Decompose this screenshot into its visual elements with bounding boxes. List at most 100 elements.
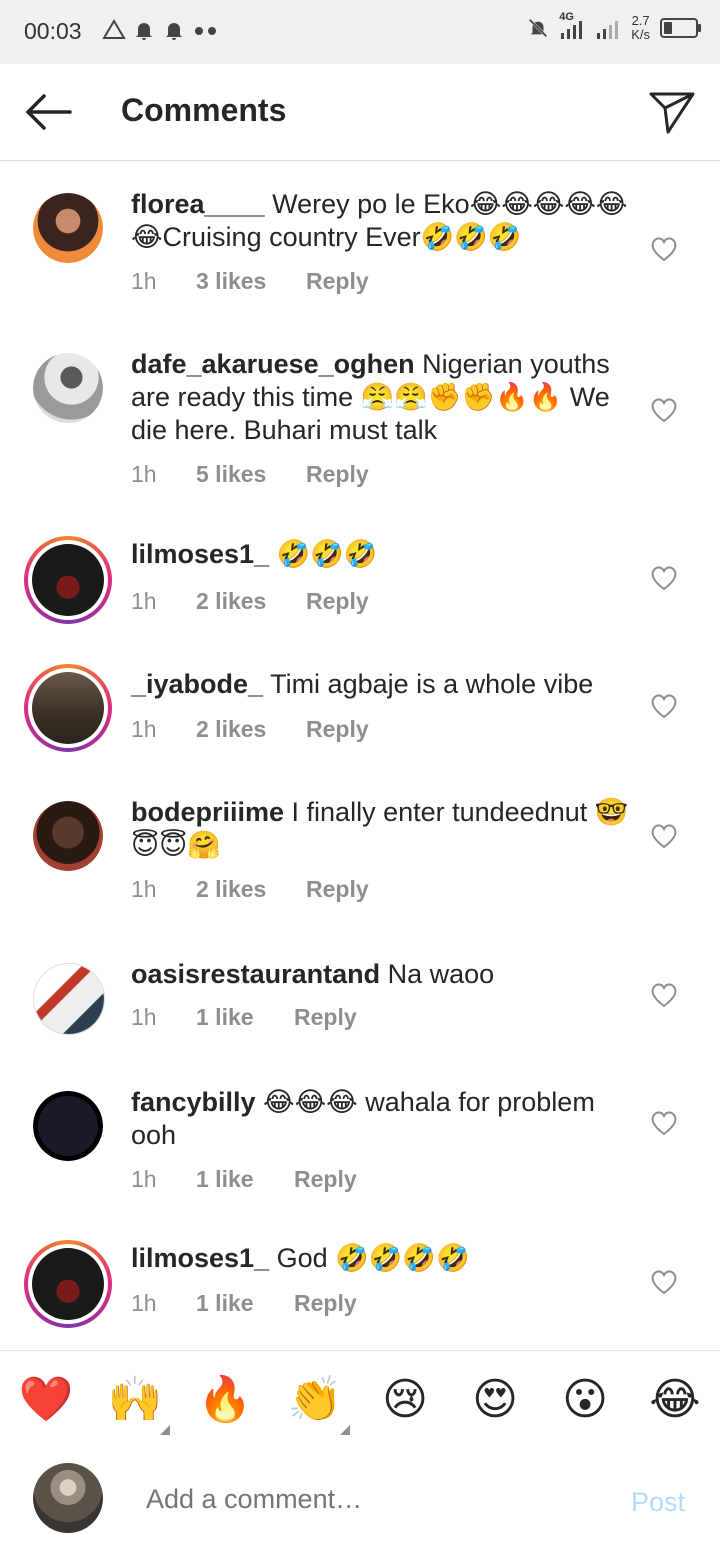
comment-likes[interactable]: 1 like [196, 1290, 294, 1317]
page-title: Comments [121, 92, 287, 128]
warning-triangle-icon [102, 19, 126, 39]
comment-item: bodepriiime I finally enter tundeednut 🤓… [0, 794, 720, 924]
status-right-icons: 4G 2.7 K/s [527, 11, 701, 42]
comment-meta: 1h 2 likes Reply [131, 716, 369, 743]
comment-username[interactable]: florea____ [131, 189, 265, 219]
comment-likes[interactable]: 5 likes [196, 461, 306, 488]
reply-button[interactable]: Reply [294, 1004, 357, 1031]
comment-text: _iyabode_ Timi agbaje is a whole vibe [131, 668, 631, 701]
comment-meta: 1h 5 likes Reply [131, 461, 369, 488]
bell-muted-icon [528, 18, 548, 38]
avatar[interactable] [33, 801, 103, 871]
comment-item: lilmoses1_ God 🤣🤣🤣🤣 1h 1 like Reply [0, 1240, 720, 1340]
comment-likes[interactable]: 2 likes [196, 716, 306, 743]
comment-item: _iyabode_ Timi agbaje is a whole vibe 1h… [0, 664, 720, 764]
back-arrow-icon[interactable] [20, 90, 76, 134]
reaction-surprised[interactable]: 😮 [557, 1375, 613, 1425]
like-heart-icon[interactable] [650, 982, 678, 1008]
comment-input[interactable] [144, 1483, 608, 1516]
comment-likes[interactable]: 1 like [196, 1004, 294, 1031]
bell-icon [166, 23, 182, 40]
comment-text: florea____ Werey po le Eko😂😂😂😂😂😂Cruising… [131, 188, 631, 254]
skin-tone-indicator-icon [340, 1425, 350, 1435]
comment-item: lilmoses1_ 🤣🤣🤣 1h 2 likes Reply [0, 536, 720, 636]
comment-meta: 1h 2 likes Reply [131, 588, 369, 615]
status-time: 00:03 [24, 18, 82, 44]
battery-icon [660, 18, 701, 38]
comment-item: florea____ Werey po le Eko😂😂😂😂😂😂Cruising… [0, 186, 720, 316]
comment-username[interactable]: oasisrestaurantand [131, 959, 380, 989]
status-notification-icons [102, 18, 220, 42]
reply-button[interactable]: Reply [306, 876, 369, 903]
reaction-laughing[interactable]: 😂 [647, 1375, 703, 1425]
comment-body: Na waoo [380, 959, 495, 989]
speed-unit: K/s [631, 27, 650, 42]
comment-time: 1h [131, 1290, 157, 1316]
comment-time: 1h [131, 588, 157, 614]
reaction-crying[interactable]: 😢 [377, 1375, 433, 1425]
comment-username[interactable]: lilmoses1_ [131, 539, 269, 569]
skin-tone-indicator-icon [160, 1425, 170, 1435]
comment-meta: 1h 1 like Reply [131, 1166, 357, 1193]
comment-time: 1h [131, 716, 157, 742]
avatar[interactable] [33, 963, 105, 1035]
avatar[interactable] [33, 193, 103, 263]
like-heart-icon[interactable] [650, 236, 678, 262]
comment-time: 1h [131, 1166, 157, 1192]
comment-body: God 🤣🤣🤣🤣 [269, 1243, 470, 1273]
reply-button[interactable]: Reply [306, 716, 369, 743]
comment-likes[interactable]: 2 likes [196, 876, 306, 903]
comment-username[interactable]: bodepriiime [131, 797, 284, 827]
comment-text: lilmoses1_ 🤣🤣🤣 [131, 538, 631, 571]
avatar-story-ring[interactable] [24, 536, 112, 624]
send-direct-icon[interactable] [648, 88, 696, 136]
comment-time: 1h [131, 1004, 157, 1030]
comment-likes[interactable]: 2 likes [196, 588, 306, 615]
like-heart-icon[interactable] [650, 565, 678, 591]
like-heart-icon[interactable] [650, 1110, 678, 1136]
avatar[interactable] [33, 1091, 103, 1161]
comment-username[interactable]: fancybilly [131, 1087, 256, 1117]
signal-4g-icon: 4G [559, 11, 585, 41]
dots-icon [195, 27, 216, 35]
avatar-story-ring[interactable] [24, 664, 112, 752]
comment-meta: 1h 1 like Reply [131, 1290, 357, 1317]
comment-username[interactable]: dafe_akaruese_oghen [131, 349, 415, 379]
avatar[interactable] [33, 353, 103, 423]
like-heart-icon[interactable] [650, 823, 678, 849]
comment-username[interactable]: _iyabode_ [131, 669, 263, 699]
reaction-heart-eyes[interactable]: 😍 [467, 1375, 523, 1425]
header: Comments [0, 64, 720, 161]
reaction-heart[interactable]: ❤️ [18, 1375, 74, 1425]
comment-text: bodepriiime I finally enter tundeednut 🤓… [131, 796, 631, 862]
reply-button[interactable]: Reply [306, 461, 369, 488]
comment-item: dafe_akaruese_oghen Nigerian youths are … [0, 348, 720, 508]
bell-icon [136, 23, 152, 40]
status-bar: 00:03 4G 2.7 K/s [0, 0, 720, 64]
comment-meta: 1h 3 likes Reply [131, 268, 369, 295]
avatar-story-ring[interactable] [24, 1240, 112, 1328]
quick-reactions-bar: ❤️ 🙌 🔥 👏 😢 😍 😮 😂 [0, 1350, 720, 1448]
comment-meta: 1h 2 likes Reply [131, 876, 369, 903]
comment-time: 1h [131, 876, 157, 902]
speed-value: 2.7 [631, 13, 650, 28]
current-user-avatar [33, 1463, 103, 1533]
post-button[interactable]: Post [631, 1487, 685, 1518]
like-heart-icon[interactable] [650, 1269, 678, 1295]
comment-username[interactable]: lilmoses1_ [131, 1243, 269, 1273]
comment-item: fancybilly 😂😂😂 wahala for problem ooh 1h… [0, 1084, 720, 1214]
reply-button[interactable]: Reply [294, 1290, 357, 1317]
reaction-fire[interactable]: 🔥 [197, 1375, 253, 1425]
reaction-raised-hands[interactable]: 🙌 [107, 1375, 163, 1425]
comment-meta: 1h 1 like Reply [131, 1004, 357, 1031]
like-heart-icon[interactable] [650, 397, 678, 423]
comment-likes[interactable]: 3 likes [196, 268, 306, 295]
like-heart-icon[interactable] [650, 693, 678, 719]
reply-button[interactable]: Reply [306, 268, 369, 295]
reply-button[interactable]: Reply [294, 1166, 357, 1193]
reply-button[interactable]: Reply [306, 588, 369, 615]
comment-likes[interactable]: 1 like [196, 1166, 294, 1193]
reaction-clap[interactable]: 👏 [287, 1375, 343, 1425]
comment-text: lilmoses1_ God 🤣🤣🤣🤣 [131, 1242, 631, 1275]
comments-list[interactable]: florea____ Werey po le Eko😂😂😂😂😂😂Cruising… [0, 162, 720, 1348]
